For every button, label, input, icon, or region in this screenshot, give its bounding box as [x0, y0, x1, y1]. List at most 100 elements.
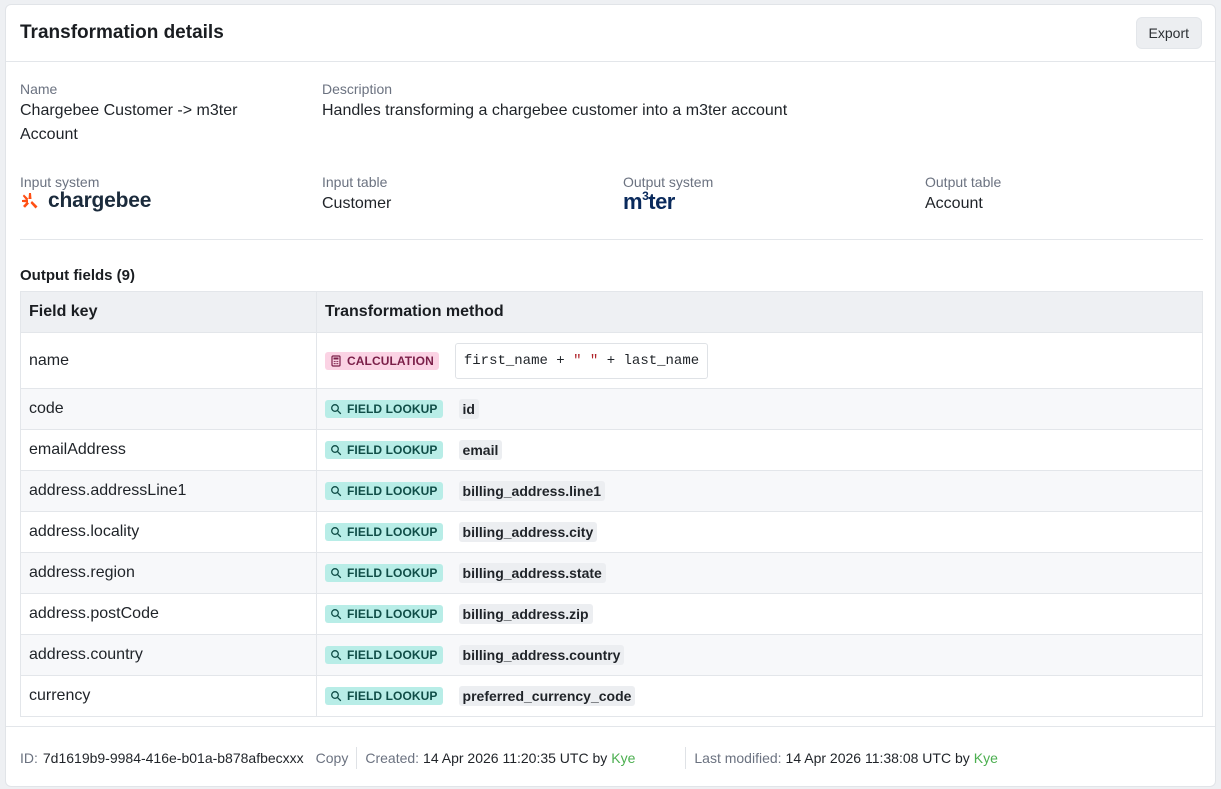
badge-label: FIELD LOOKUP [347, 402, 438, 416]
export-button[interactable]: Export [1135, 17, 1202, 49]
output-table-label: Output table [925, 174, 1002, 190]
modified-label: Last modified: [694, 749, 782, 766]
search-icon [331, 486, 342, 497]
id-label: ID: [20, 749, 38, 766]
created-by-link[interactable]: Kye [611, 750, 635, 766]
created-value: 14 Apr 2026 11:20:35 UTC by [423, 749, 608, 766]
footer-separator [356, 746, 358, 769]
field-key: code [20, 388, 317, 430]
name-value: Chargebee Customer -> m3ter Account [20, 102, 238, 143]
expression-part: + last_name [598, 352, 700, 369]
lookup-field-value: email [458, 440, 503, 460]
input-system-label: Input system [20, 174, 100, 190]
table-row: address.country FIELD LOOKUP billing_addre… [20, 634, 1203, 676]
calculator-icon [331, 354, 341, 367]
field-key: address.country [20, 634, 317, 676]
search-icon [331, 650, 342, 661]
chargebee-logo: chargebee [20, 189, 151, 213]
id-value: 7d1619b9-9984-416e-b01a-b878afbecxxx [42, 749, 304, 766]
field-key: address.addressLine1 [20, 470, 317, 512]
transformation-method-cell: FIELD LOOKUP billing_address.line1 [316, 470, 1203, 512]
name-label: Name [20, 81, 58, 97]
transformation-details-card: Transformation details Export Name Charg… [5, 4, 1216, 787]
page-title: Transformation details [20, 22, 224, 43]
search-icon [331, 568, 342, 579]
card-header: Transformation details Export [6, 5, 1215, 62]
column-header-transformation-method: Transformation method [316, 291, 1203, 333]
badge-label: FIELD LOOKUP [347, 566, 438, 580]
field-lookup-badge: FIELD LOOKUP [325, 605, 443, 623]
transformation-method-cell: FIELD LOOKUP id [316, 388, 1203, 430]
field-key: address.postCode [20, 593, 317, 635]
chargebee-logo-text: chargebee [48, 189, 152, 212]
field-key: address.region [20, 552, 317, 594]
input-table-label: Input table [322, 174, 388, 190]
transformation-method-cell: FIELD LOOKUP billing_address.country [316, 634, 1203, 676]
description-label: Description [322, 81, 393, 97]
field-lookup-badge: FIELD LOOKUP [325, 646, 443, 664]
badge-label: FIELD LOOKUP [347, 689, 438, 703]
field-key: address.locality [20, 511, 317, 553]
column-header-field-key: Field key [20, 291, 317, 333]
transformation-method-cell: CALCULATION first_name + " " + last_name [316, 332, 1203, 389]
output-fields-table: Field key Transformation method name CAL… [20, 291, 1203, 717]
search-icon [331, 404, 342, 415]
output-table-value: Account [925, 195, 983, 212]
footer: ID: 7d1619b9-9984-416e-b01a-b878afbecxxx… [6, 726, 1215, 788]
search-icon [331, 691, 342, 702]
field-lookup-badge: FIELD LOOKUP [325, 482, 443, 500]
lookup-field-value: id [458, 399, 479, 419]
field-lookup-badge: FIELD LOOKUP [325, 400, 443, 418]
footer-separator [685, 746, 687, 769]
transformation-method-cell: FIELD LOOKUP preferred_currency_code [316, 675, 1203, 717]
field-key: currency [20, 675, 317, 717]
table-row: currency FIELD LOOKUP preferred_currency_c… [20, 675, 1203, 717]
field-key: name [20, 332, 317, 389]
search-icon [331, 445, 342, 456]
output-fields-title: Output fields (9) [20, 267, 135, 284]
calculation-badge: CALCULATION [325, 351, 439, 370]
badge-label: FIELD LOOKUP [347, 525, 438, 539]
expression-part: first_name + [463, 352, 574, 369]
chargebee-logo-icon [22, 193, 38, 209]
copy-button[interactable]: Copy [316, 750, 349, 766]
field-lookup-badge: FIELD LOOKUP [325, 523, 443, 541]
transformation-method-cell: FIELD LOOKUP billing_address.state [316, 552, 1203, 594]
transformation-method-cell: FIELD LOOKUP billing_address.city [316, 511, 1203, 553]
badge-label: FIELD LOOKUP [347, 484, 438, 498]
calculation-expression: first_name + " " + last_name [454, 342, 709, 379]
transformation-method-cell: FIELD LOOKUP email [316, 429, 1203, 471]
description-value: Handles transforming a chargebee custome… [322, 102, 788, 119]
lookup-field-value: billing_address.zip [458, 604, 593, 624]
table-row: address.locality FIELD LOOKUP billing_addr… [20, 511, 1203, 553]
table-row: address.region FIELD LOOKUP billing_addres… [20, 552, 1203, 594]
badge-label: CALCULATION [347, 353, 434, 368]
search-icon [331, 527, 342, 538]
lookup-field-value: billing_address.line1 [458, 481, 606, 501]
m3ter-logo: m3ter [623, 189, 675, 215]
field-lookup-badge: FIELD LOOKUP [325, 687, 443, 705]
badge-label: FIELD LOOKUP [347, 648, 438, 662]
table-row: name CALCULATION first_name + " " + last… [20, 332, 1203, 389]
modified-value: 14 Apr 2026 11:38:08 UTC by [785, 749, 970, 766]
created-label: Created: [365, 749, 420, 766]
field-lookup-badge: FIELD LOOKUP [325, 564, 443, 582]
expression-string: " " [573, 352, 599, 369]
lookup-field-value: billing_address.country [458, 645, 625, 665]
badge-label: FIELD LOOKUP [347, 607, 438, 621]
search-icon [331, 609, 342, 620]
lookup-field-value: billing_address.state [458, 563, 606, 583]
section-divider [20, 239, 1203, 240]
field-lookup-badge: FIELD LOOKUP [325, 441, 443, 459]
table-row: emailAddress FIELD LOOKUP email [20, 429, 1203, 471]
output-system-label: Output system [623, 174, 714, 190]
table-row: address.addressLine1 FIELD LOOKUP billing_… [20, 470, 1203, 512]
modified-by-link[interactable]: Kye [974, 750, 998, 766]
m3ter-logo-rest: ter [648, 189, 675, 214]
lookup-field-value: billing_address.city [458, 522, 598, 542]
field-key: emailAddress [20, 429, 317, 471]
lookup-field-value: preferred_currency_code [458, 686, 636, 706]
badge-label: FIELD LOOKUP [347, 443, 438, 457]
table-row: address.postCode FIELD LOOKUP billing_addr… [20, 593, 1203, 635]
table-header-row: Field key Transformation method [20, 291, 1203, 333]
